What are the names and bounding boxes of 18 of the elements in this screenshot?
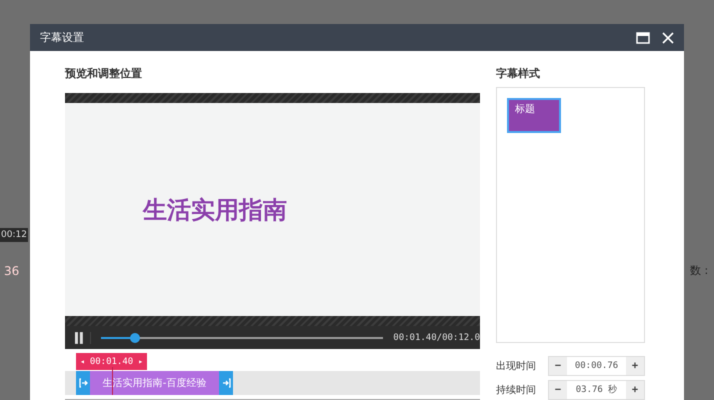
style-tile[interactable]: 标题 — [507, 98, 561, 133]
background-text: 数 : — [690, 263, 708, 278]
section-heading: 字幕样式 — [496, 66, 541, 82]
background-text: 00:12 — [0, 228, 28, 242]
field-label: 出现时间 — [496, 360, 536, 373]
background-text: 36 — [4, 264, 20, 278]
close-icon[interactable] — [662, 32, 674, 44]
section-heading: 预览和调整位置 — [65, 66, 143, 82]
trim-end-handle[interactable] — [219, 371, 233, 395]
trim-start-handle[interactable] — [76, 371, 90, 395]
playhead-line — [112, 367, 113, 395]
time-display: 00:01.40/00:12.0 — [393, 332, 480, 342]
field-label: 持续时间 — [496, 384, 536, 397]
maximize-icon[interactable] — [636, 32, 650, 44]
subtitle-caption[interactable]: 生活实用指南 — [143, 194, 287, 226]
playhead-marker[interactable]: ◂ 00:01.40 ▸ — [76, 353, 148, 370]
pause-icon[interactable] — [74, 332, 91, 344]
window-title: 字幕设置 — [40, 30, 85, 45]
